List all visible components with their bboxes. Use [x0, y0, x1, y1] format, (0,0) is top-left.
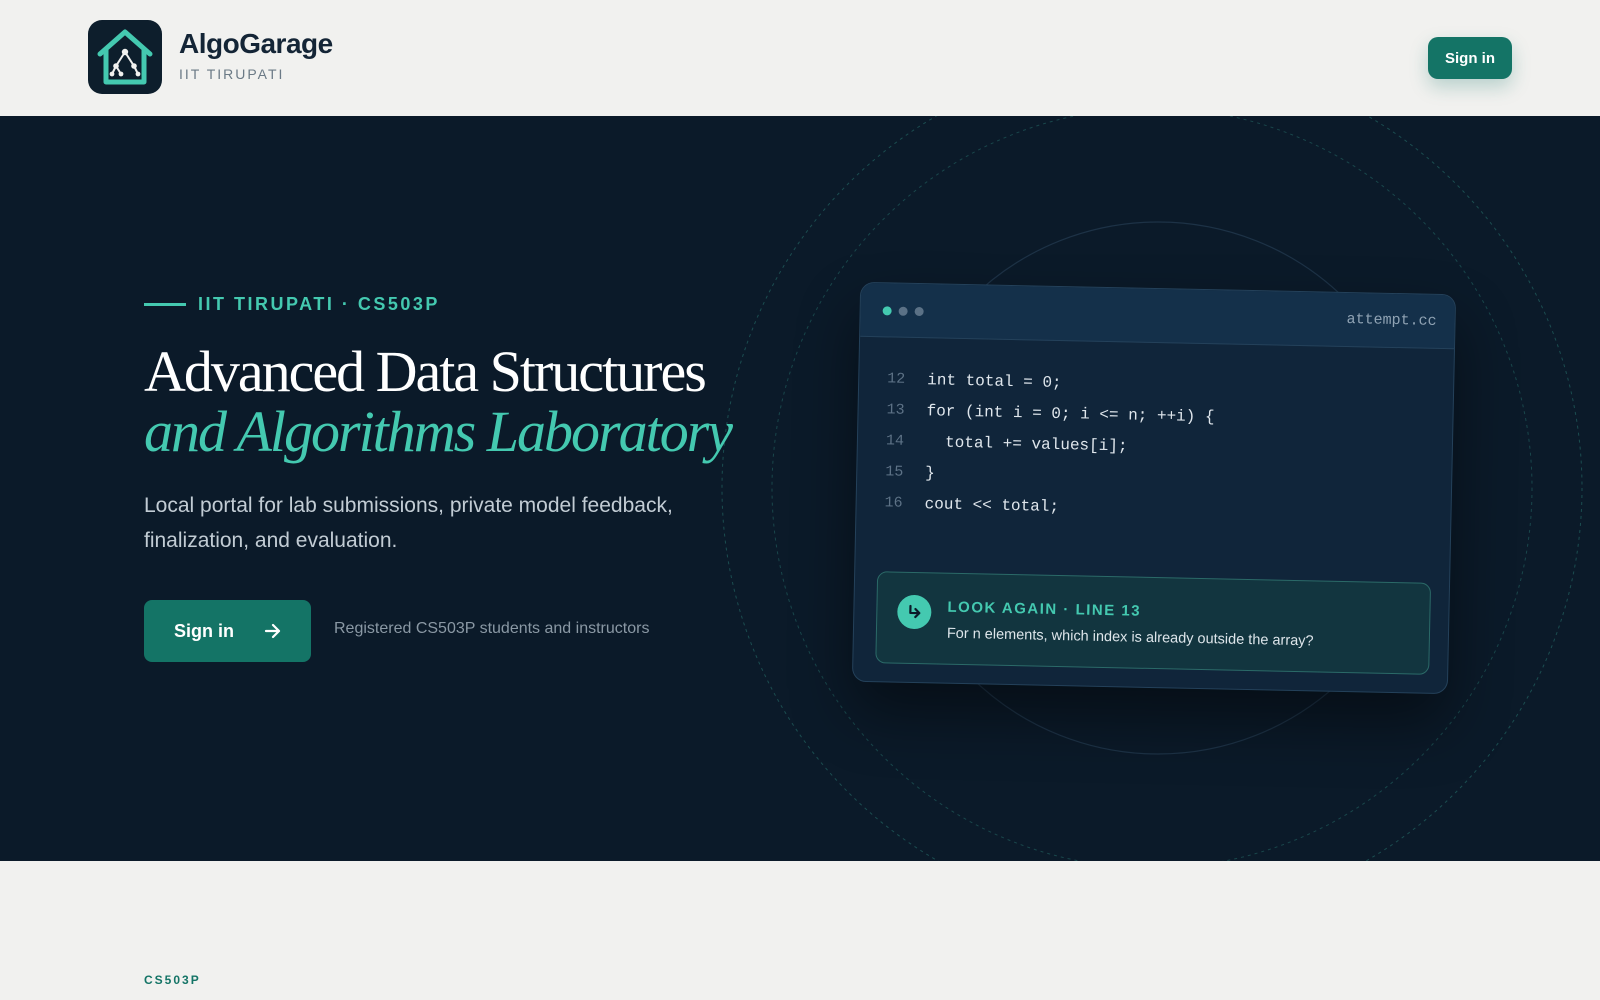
line-number: 16 — [884, 494, 903, 512]
arrow-right-icon — [264, 623, 281, 639]
code-text: for (int i = 0; i <= n; ++i) { — [926, 401, 1215, 426]
code-filename: attempt.cc — [1346, 310, 1437, 330]
hero-signin-label: Sign in — [174, 620, 234, 641]
line-number: 15 — [885, 463, 904, 481]
line-number: 12 — [887, 370, 906, 388]
code-text: } — [925, 463, 936, 482]
logo[interactable] — [88, 20, 162, 94]
code-line: 16 cout << total; — [884, 487, 1213, 525]
code-card-titlebar: attempt.cc — [860, 282, 1457, 350]
code-card-body: attempt.cc 12 int total = 0; 13 for (int… — [851, 281, 1457, 695]
return-arrow-icon — [896, 594, 932, 630]
line-number: 13 — [886, 401, 905, 419]
window-dot — [898, 306, 908, 316]
brand-subtitle: IIT TIRUPATI — [179, 66, 285, 82]
hero-title-line2: and Algorithms Laboratory — [144, 399, 733, 464]
hint-box: LOOK AGAIN · LINE 13 For n elements, whi… — [875, 571, 1432, 675]
hero-description: Local portal for lab submissions, privat… — [144, 494, 673, 552]
eyebrow-text: IIT TIRUPATI · CS503P — [198, 294, 440, 314]
hint-text: For n elements, which index is already o… — [946, 625, 1314, 650]
section-label: CS503P — [144, 973, 201, 987]
window-dot — [914, 306, 924, 317]
hero-section: IIT TIRUPATI · CS503P Advanced Data Stru… — [0, 116, 1600, 861]
code-text: total += values[i]; — [925, 432, 1128, 455]
code-text: cout << total; — [924, 494, 1060, 516]
hero-signin-button[interactable]: Sign in — [144, 600, 311, 662]
hero-note: Registered CS503P students and instructo… — [334, 620, 650, 637]
hero-title-line1: Advanced Data Structures — [144, 339, 707, 404]
eyebrow-line — [144, 303, 186, 306]
eyebrow: IIT TIRUPATI · CS503P — [144, 294, 440, 315]
hint-title: LOOK AGAIN · LINE 13 — [947, 598, 1142, 620]
house-tree-icon — [97, 29, 153, 85]
brand-name: AlgoGarage — [179, 28, 333, 59]
code-text: int total = 0; — [927, 370, 1062, 392]
window-dot-active — [882, 306, 892, 316]
header-signin-button[interactable]: Sign in — [1428, 37, 1512, 79]
line-number: 14 — [885, 432, 905, 450]
code-block: 12 int total = 0; 13 for (int i = 0; i <… — [884, 363, 1215, 525]
top-header: AlgoGarage IIT TIRUPATI Sign in — [0, 0, 1600, 116]
code-card: attempt.cc 12 int total = 0; 13 for (int… — [851, 281, 1457, 695]
